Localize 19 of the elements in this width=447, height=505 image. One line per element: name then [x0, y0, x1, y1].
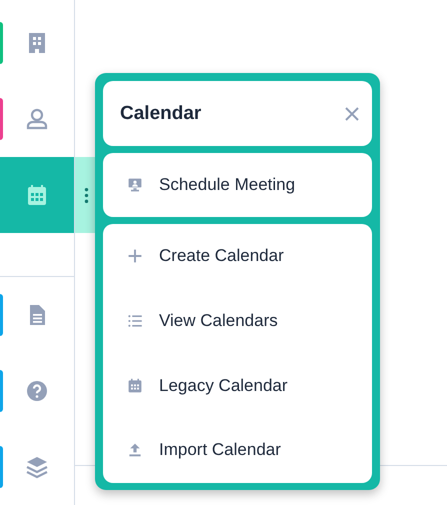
menu-item[interactable]: Schedule Meeting [103, 153, 372, 217]
menu-item[interactable]: Create Calendar [103, 224, 372, 289]
close-icon[interactable] [344, 106, 360, 122]
list-icon [127, 313, 143, 330]
plus-icon [127, 248, 143, 264]
menu-item[interactable]: Legacy Calendar [103, 353, 372, 418]
nav-item[interactable] [0, 157, 74, 233]
menu-item[interactable]: View Calendars [103, 288, 372, 354]
more-icon [84, 186, 88, 204]
calendar-icon [127, 378, 143, 394]
person-icon [25, 107, 49, 131]
menu-item[interactable]: Import Calendar [103, 418, 372, 483]
drag-handle[interactable] [75, 157, 97, 233]
menu-title: Calendar [120, 102, 202, 124]
calendar-icon [25, 183, 49, 207]
monitor-icon [127, 177, 143, 193]
layers-icon [25, 455, 49, 479]
upload-icon [127, 442, 143, 458]
help-icon [25, 379, 49, 403]
